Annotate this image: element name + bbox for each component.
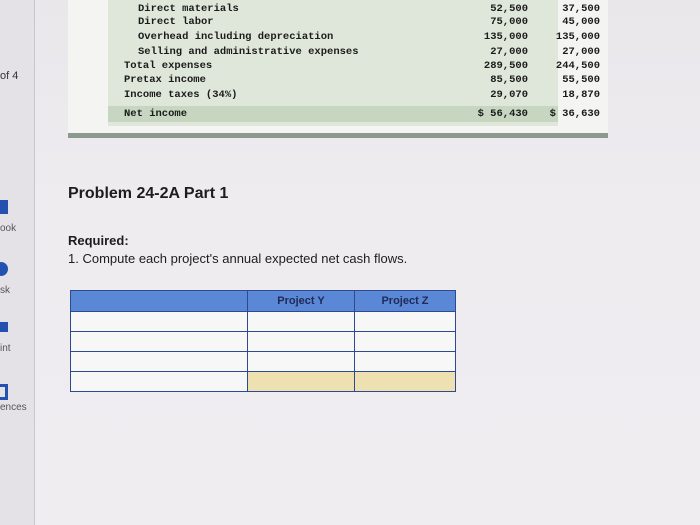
project-y-input-cell[interactable] <box>247 311 355 332</box>
row-label-input[interactable] <box>71 312 247 331</box>
row-label: Direct labor <box>138 16 214 28</box>
page-indicator: of 4 <box>0 70 19 82</box>
row-label-input-cell[interactable] <box>70 331 248 352</box>
project-z-value: 244,500 <box>555 60 600 72</box>
problem-title: Problem 24-2A Part 1 <box>68 185 229 202</box>
sidebar-item-ask[interactable]: sk <box>0 285 10 296</box>
header-project-y: Project Y <box>247 290 355 312</box>
statement-row: Pretax income 85,500 55,500 <box>108 74 600 87</box>
project-y-input-cell[interactable] <box>247 351 355 372</box>
project-y-value: $ 56,430 <box>477 108 528 120</box>
row-label-input-cell[interactable] <box>70 371 248 392</box>
sidebar-item-book[interactable]: ook <box>0 223 16 234</box>
project-y-total <box>248 372 354 391</box>
row-label: Selling and administrative expenses <box>138 46 359 58</box>
header-project-z: Project Z <box>354 290 456 312</box>
references-icon[interactable] <box>0 384 8 400</box>
project-y-total-cell <box>247 371 355 392</box>
table-row <box>70 311 456 332</box>
statement-row: Income taxes (34%) 29,070 18,870 <box>108 89 600 102</box>
project-y-value: 135,000 <box>483 31 528 43</box>
ask-icon[interactable] <box>0 262 8 276</box>
table-row <box>70 331 456 352</box>
sidebar-item-references[interactable]: ences <box>0 402 27 413</box>
row-label: Total expenses <box>124 60 213 72</box>
panel-divider <box>68 133 608 138</box>
row-label: Pretax income <box>124 74 206 86</box>
project-z-value: 37,500 <box>562 3 600 15</box>
required-label: Required: <box>68 233 129 248</box>
left-sidebar: of 4 ook sk int ences <box>0 0 35 525</box>
project-y-input-cell[interactable] <box>247 331 355 352</box>
row-label: Income taxes (34%) <box>124 89 238 101</box>
required-text: 1. Compute each project's annual expecte… <box>68 251 408 266</box>
table-row-total <box>70 371 456 392</box>
project-y-value: 29,070 <box>490 89 528 101</box>
row-label-input-cell[interactable] <box>70 351 248 372</box>
project-z-value: 27,000 <box>562 46 600 58</box>
project-y-input[interactable] <box>248 352 354 371</box>
print-icon[interactable] <box>0 322 8 332</box>
statement-row: Total expenses 289,500 244,500 <box>108 60 600 73</box>
statement-panel: Direct materials 52,500 37,500 Direct la… <box>68 0 608 135</box>
project-y-input[interactable] <box>248 312 354 331</box>
row-label-input[interactable] <box>71 332 247 351</box>
project-z-value: $ 36,630 <box>549 108 600 120</box>
project-z-value: 135,000 <box>555 31 600 43</box>
book-icon[interactable] <box>0 200 8 214</box>
project-z-total-cell <box>354 371 456 392</box>
row-label-input-cell[interactable] <box>70 311 248 332</box>
project-z-value: 55,500 <box>562 74 600 86</box>
cash-flow-table: Project Y Project Z <box>70 290 456 392</box>
project-z-input[interactable] <box>355 352 455 371</box>
row-label-input[interactable] <box>71 352 247 371</box>
row-label: Overhead including depreciation <box>138 31 334 43</box>
statement-row: Direct labor 75,000 45,000 <box>108 16 600 29</box>
project-y-input[interactable] <box>248 332 354 351</box>
row-label: Direct materials <box>138 3 239 15</box>
project-y-value: 27,000 <box>490 46 528 58</box>
statement-row: Direct materials 52,500 37,500 <box>108 3 600 16</box>
project-z-input[interactable] <box>355 312 455 331</box>
project-z-input-cell[interactable] <box>354 311 456 332</box>
project-z-input-cell[interactable] <box>354 351 456 372</box>
project-z-value: 18,870 <box>562 89 600 101</box>
income-statement: Direct materials 52,500 37,500 Direct la… <box>108 0 600 126</box>
project-z-input[interactable] <box>355 332 455 351</box>
statement-row: Selling and administrative expenses 27,0… <box>108 46 600 59</box>
project-z-value: 45,000 <box>562 16 600 28</box>
row-label: Net income <box>124 108 188 120</box>
statement-row: Overhead including depreciation 135,000 … <box>108 31 600 44</box>
table-row <box>70 351 456 372</box>
row-label-input[interactable] <box>71 372 247 391</box>
header-blank <box>70 290 248 312</box>
project-y-value: 85,500 <box>490 74 528 86</box>
project-y-value: 289,500 <box>483 60 528 72</box>
project-y-value: 75,000 <box>490 16 528 28</box>
sidebar-item-print[interactable]: int <box>0 343 11 354</box>
table-header-row: Project Y Project Z <box>70 290 456 312</box>
project-z-total <box>355 372 455 391</box>
project-z-input-cell[interactable] <box>354 331 456 352</box>
statement-row-net-income: Net income $ 56,430 $ 36,630 <box>108 106 600 122</box>
project-y-value: 52,500 <box>490 3 528 15</box>
